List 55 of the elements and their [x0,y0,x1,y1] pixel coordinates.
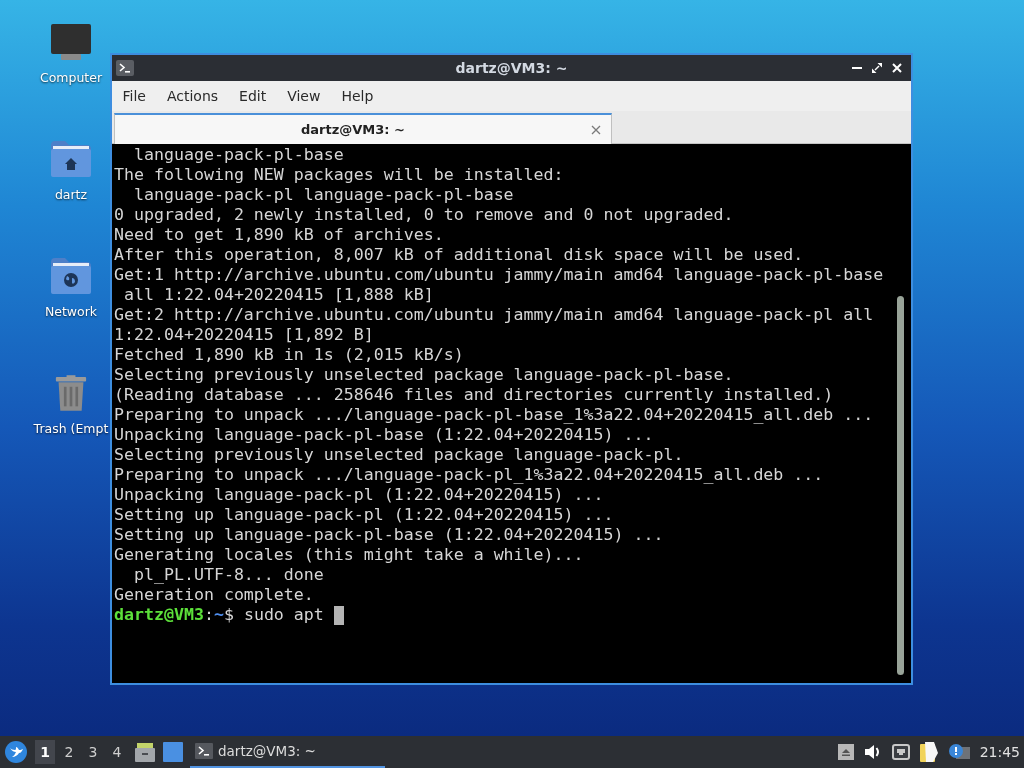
notepad-icon[interactable] [919,742,938,762]
eject-icon[interactable] [837,744,854,760]
menu-item[interactable]: Help [330,81,384,111]
terminal-line: Setting up language-pack-pl-base (1:22.04+20220415) ... [114,525,664,545]
monitor-icon[interactable] [51,24,91,60]
menu-item[interactable]: View [276,81,331,111]
workspace-button[interactable]: 3 [83,740,103,764]
terminal-line: After this operation, 8,007 kB of additional disk space will be used. [114,245,804,265]
terminal-line: 0 upgraded, 2 newly installed, 0 to remove and 0 not upgraded. [114,205,734,225]
home-folder-icon[interactable] [51,141,91,177]
terminal-line: Unpacking language-pack-pl-base (1:22.04+20220415) ... [114,425,654,445]
menu-item[interactable]: File [112,81,157,111]
maximize-icon[interactable] [872,63,882,73]
menu-item[interactable]: Actions [156,81,229,111]
terminal-line: Get:2 http://archive.ubuntu.com/ubuntu jammy/main amd64 language-pack-pl all [114,305,874,325]
speaker-icon[interactable] [863,744,882,760]
globe-folder-icon[interactable] [51,258,91,294]
taskbar-window-button[interactable]: dartz@VM3: ~ [190,736,385,768]
terminal-tab[interactable]: dartz@VM3: ~ [114,113,612,144]
command-prompt: dartz@VM3:~$ sudo apt [114,605,324,625]
clock[interactable]: 21:45 [979,744,1020,760]
terminal-line: (Reading database ... 258646 files and directories currently installed.) [114,385,834,405]
terminal-line: Setting up language-pack-pl (1:22.04+20220415) ... [114,505,614,525]
scrollbar-thumb[interactable] [897,296,904,675]
terminal-line: Unpacking language-pack-pl (1:22.04+20220415) ... [114,485,604,505]
terminal-line: Fetched 1,890 kB in 1s (2,015 kB/s) [114,345,464,365]
file-cabinet-icon[interactable] [135,742,155,762]
window-title: dartz@VM3: ~ [454,60,569,76]
terminal-line: The following NEW packages will be installed: [114,165,564,185]
tile-icon[interactable] [163,742,183,762]
terminal-line: Need to get 1,890 kB of archives. [114,225,444,245]
exclamation-icon[interactable] [947,743,970,761]
terminal-line: language-pack-pl-base [132,145,344,165]
workspace-button[interactable]: 2 [59,740,79,764]
terminal-line: 1:22.04+20220415 [1,892 B] [114,325,374,345]
menu-item[interactable]: Edit [228,81,277,111]
terminal-line: Preparing to unpack .../language-pack-pl_1%3a22.04+20220415_all.deb ... [114,465,824,485]
desktop-icon-label[interactable]: dartz [54,187,88,203]
terminal-line: Generating locales (this might take a while)... [114,545,584,565]
workspace-button[interactable]: 4 [107,740,127,764]
workspace-button[interactable]: 1 [35,740,55,764]
terminal-line: Selecting previously unselected package language-pack-pl. [114,445,684,465]
terminal-icon[interactable] [116,60,134,76]
terminal-line: Generation complete. [114,585,314,605]
bird-icon[interactable] [5,741,27,763]
desktop-icon-label[interactable]: Trash (Empt [33,421,109,437]
network-port-icon[interactable] [891,744,910,760]
terminal-icon [195,743,213,759]
terminal-line: Preparing to unpack .../language-pack-pl-base_1%3a22.04+20220415_all.deb ... [114,405,874,425]
terminal-line: Get:1 http://archive.ubuntu.com/ubuntu jammy/main amd64 language-pack-pl-base [114,265,884,285]
terminal-line: language-pack-pl language-pack-pl-base [132,185,514,205]
desktop-icon-label[interactable]: Network [44,304,98,320]
terminal-line: pl_PL.UTF-8... done [132,565,324,585]
terminal-line: Selecting previously unselected package language-pack-pl-base. [114,365,734,385]
terminal-line: all 1:22.04+20220415 [1,888 kB] [123,285,434,305]
